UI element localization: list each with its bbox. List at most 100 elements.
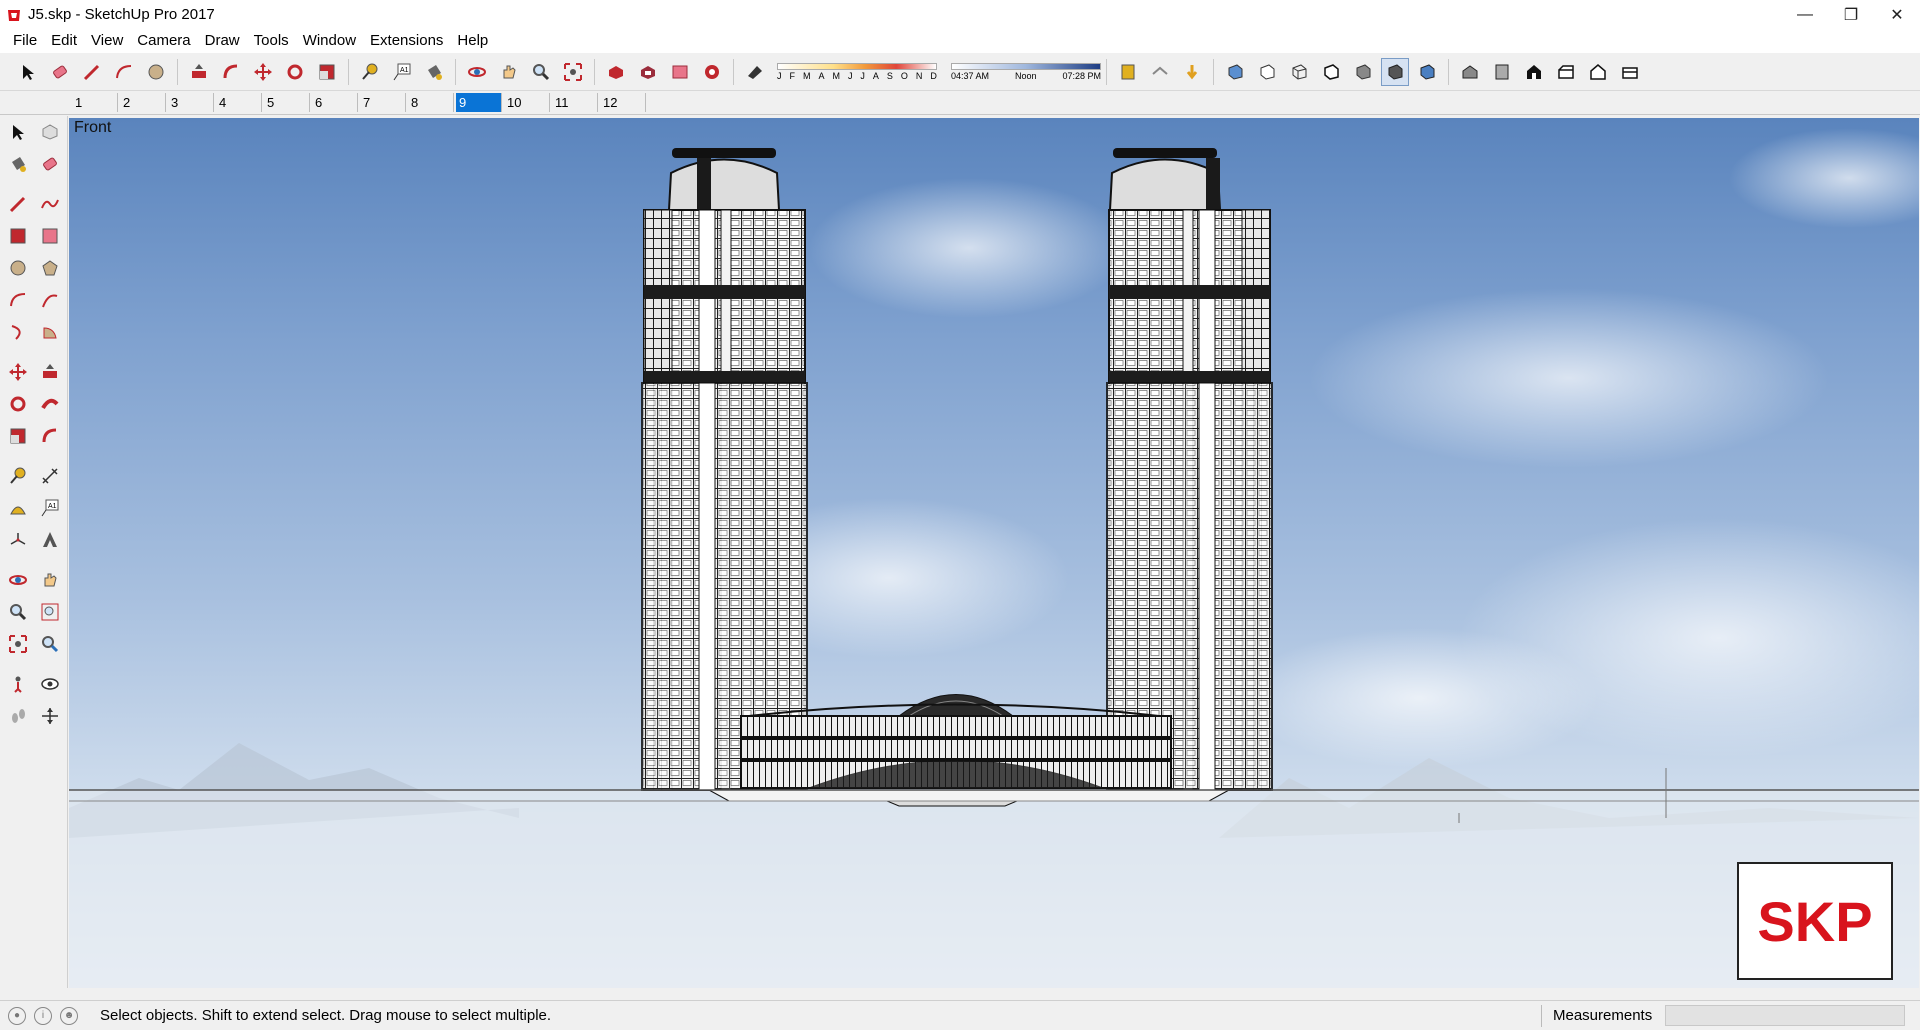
scene-tab-10[interactable]: 10 [504, 93, 550, 112]
paint-bucket-icon[interactable] [420, 58, 448, 86]
menu-extensions[interactable]: Extensions [363, 29, 450, 53]
front-view-icon[interactable] [1520, 58, 1548, 86]
time-slider-track[interactable] [951, 62, 1101, 70]
scene-tab-3[interactable]: 3 [168, 93, 214, 112]
circle-icon[interactable] [6, 256, 30, 280]
scene-tab-7[interactable]: 7 [360, 93, 406, 112]
menu-camera[interactable]: Camera [130, 29, 197, 53]
rotate-icon[interactable] [6, 392, 30, 416]
scene-tab-6[interactable]: 6 [312, 93, 358, 112]
line-tool-icon[interactable] [6, 192, 30, 216]
model-viewport[interactable]: Front SKP [69, 118, 1919, 988]
offset-icon[interactable] [217, 58, 245, 86]
text-icon[interactable]: A1 [38, 496, 62, 520]
section-plane-icon[interactable] [1114, 58, 1142, 86]
select-arrow-icon[interactable] [6, 120, 30, 144]
scene-tab-12[interactable]: 12 [600, 93, 646, 112]
measurements-input[interactable] [1665, 1005, 1905, 1026]
zoom-window-icon[interactable] [38, 600, 62, 624]
eraser-icon[interactable] [38, 152, 62, 176]
push-pull-icon[interactable] [185, 58, 213, 86]
scene-tab-2[interactable]: 2 [120, 93, 166, 112]
arc-icon[interactable] [6, 288, 30, 312]
section-display-icon[interactable] [1146, 58, 1174, 86]
3d-warehouse-icon[interactable] [602, 58, 630, 86]
pan-icon[interactable] [495, 58, 523, 86]
menu-tools[interactable]: Tools [247, 29, 296, 53]
zoom-extents-icon[interactable] [6, 632, 30, 656]
make-component-icon[interactable] [38, 120, 62, 144]
eraser-icon[interactable] [46, 58, 74, 86]
section-plane-icon[interactable] [38, 704, 62, 728]
pie-icon[interactable] [38, 320, 62, 344]
tape-measure-icon[interactable] [356, 58, 384, 86]
share-model-icon[interactable] [634, 58, 662, 86]
shadow-date-slider[interactable]: JFMAMJJASOND [777, 62, 937, 81]
scene-tab-5[interactable]: 5 [264, 93, 310, 112]
arc-tool-icon[interactable] [110, 58, 138, 86]
credits-icon[interactable]: i [34, 1006, 52, 1025]
minimize-icon[interactable]: — [1782, 0, 1828, 29]
shadows-toggle-icon[interactable] [741, 58, 769, 86]
offset-icon[interactable] [38, 424, 62, 448]
back-edges-style-icon[interactable] [1253, 58, 1281, 86]
scale-icon[interactable] [313, 58, 341, 86]
scene-tab-11[interactable]: 11 [552, 93, 598, 112]
shaded-style-icon[interactable] [1349, 58, 1377, 86]
iso-view-icon[interactable] [1456, 58, 1484, 86]
axes-icon[interactable] [6, 528, 30, 552]
zoom-extents-icon[interactable] [559, 58, 587, 86]
3d-text-icon[interactable] [38, 528, 62, 552]
three-point-arc-icon[interactable] [6, 320, 30, 344]
freehand-icon[interactable] [38, 192, 62, 216]
scene-tab-8[interactable]: 8 [408, 93, 454, 112]
paint-bucket-icon[interactable] [6, 152, 30, 176]
select-tool-icon[interactable] [14, 58, 42, 86]
rotated-rectangle-icon[interactable] [38, 224, 62, 248]
protractor-icon[interactable] [6, 496, 30, 520]
scene-tab-4[interactable]: 4 [216, 93, 262, 112]
share-component-icon[interactable] [666, 58, 694, 86]
geo-location-icon[interactable]: ● [8, 1006, 26, 1025]
wireframe-style-icon[interactable] [1285, 58, 1313, 86]
top-view-icon[interactable] [1488, 58, 1516, 86]
text-tool-icon[interactable]: A1 [388, 58, 416, 86]
date-slider-track[interactable] [777, 62, 937, 70]
pan-icon[interactable] [38, 568, 62, 592]
previous-view-icon[interactable] [38, 632, 62, 656]
zoom-icon[interactable] [527, 58, 555, 86]
section-cut-icon[interactable] [1178, 58, 1206, 86]
hidden-line-style-icon[interactable] [1317, 58, 1345, 86]
orbit-icon[interactable] [6, 568, 30, 592]
line-tool-icon[interactable] [78, 58, 106, 86]
user-account-icon[interactable]: ☻ [60, 1006, 78, 1025]
walk-icon[interactable] [6, 704, 30, 728]
scene-tab-9[interactable]: 9 [456, 93, 502, 112]
scale-icon[interactable] [6, 424, 30, 448]
menu-file[interactable]: File [6, 29, 44, 53]
two-point-arc-icon[interactable] [38, 288, 62, 312]
push-pull-icon[interactable] [38, 360, 62, 384]
xray-style-icon[interactable] [1221, 58, 1249, 86]
right-view-icon[interactable] [1552, 58, 1580, 86]
left-view-icon[interactable] [1616, 58, 1644, 86]
move-icon[interactable] [249, 58, 277, 86]
dimension-icon[interactable] [38, 464, 62, 488]
move-icon[interactable] [6, 360, 30, 384]
menu-help[interactable]: Help [450, 29, 495, 53]
menu-view[interactable]: View [84, 29, 130, 53]
orbit-icon[interactable] [463, 58, 491, 86]
monochrome-style-icon[interactable] [1413, 58, 1441, 86]
menu-edit[interactable]: Edit [44, 29, 84, 53]
restore-icon[interactable]: ❐ [1828, 0, 1874, 29]
polygon-icon[interactable] [38, 256, 62, 280]
zoom-icon[interactable] [6, 600, 30, 624]
shadow-time-slider[interactable]: 04:37 AM Noon 07:28 PM [951, 62, 1101, 81]
extension-warehouse-icon[interactable] [698, 58, 726, 86]
back-view-icon[interactable] [1584, 58, 1612, 86]
close-icon[interactable]: ✕ [1874, 0, 1920, 29]
shape-tool-icon[interactable] [142, 58, 170, 86]
rotate-icon[interactable] [281, 58, 309, 86]
position-camera-icon[interactable] [6, 672, 30, 696]
rectangle-icon[interactable] [6, 224, 30, 248]
